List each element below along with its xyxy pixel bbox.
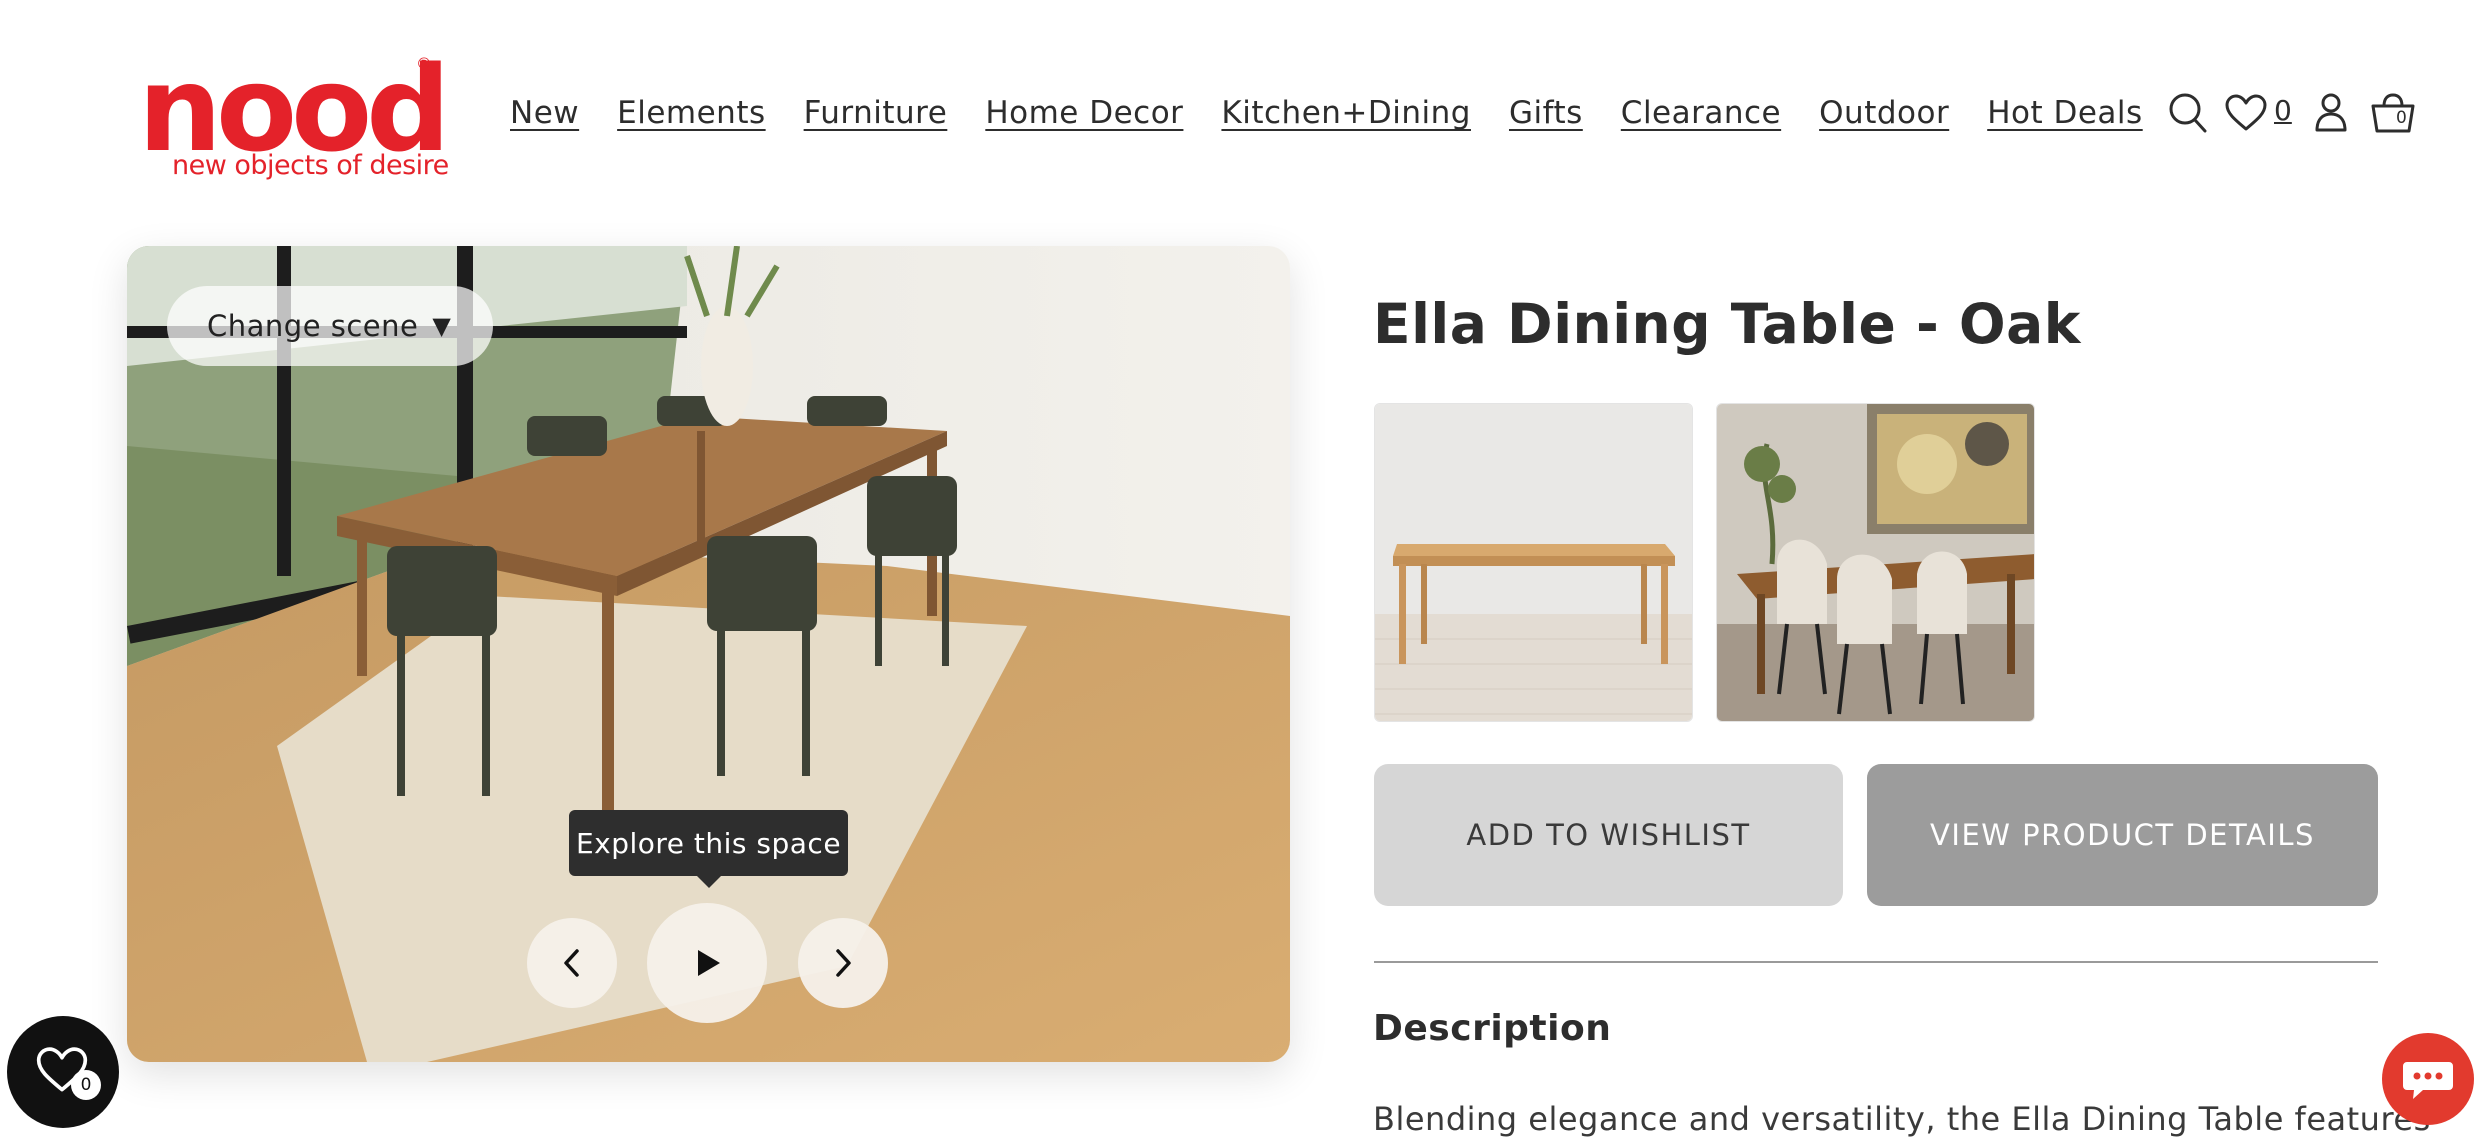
table-product-image (1375, 404, 1692, 721)
view-product-details-button[interactable]: VIEW PRODUCT DETAILS (1867, 764, 2378, 906)
nav-item-gifts[interactable]: Gifts (1509, 95, 1583, 131)
nav-item-furniture[interactable]: Furniture (804, 95, 948, 131)
add-to-wishlist-button[interactable]: ADD TO WISHLIST (1374, 764, 1843, 906)
chevron-right-icon (836, 949, 851, 977)
wishlist-badge: 0 (71, 1070, 101, 1100)
change-scene-label: Change scene (207, 309, 419, 343)
chat-icon (2403, 1062, 2453, 1099)
site-header: nood ® new objects of desire New Element… (0, 0, 2491, 230)
change-scene-button[interactable]: Change scene ▼ (167, 286, 493, 366)
product-thumbnail-lifestyle[interactable] (1716, 403, 2035, 722)
cart-count: 0 (2396, 108, 2407, 128)
nav-item-new[interactable]: New (510, 95, 579, 131)
chevron-left-icon (564, 949, 579, 977)
logo-tagline: new objects of desire (172, 150, 449, 181)
nav-item-home-decor[interactable]: Home Decor (985, 95, 1183, 131)
room-viewer[interactable]: Change scene ▼ Explore this space (127, 246, 1290, 1062)
user-icon[interactable] (2314, 92, 2348, 136)
dropdown-caret-icon: ▼ (432, 312, 452, 340)
next-scene-button[interactable] (798, 918, 888, 1008)
floating-wishlist-button[interactable]: 0 (7, 1016, 119, 1128)
nav-item-hot-deals[interactable]: Hot Deals (1987, 95, 2143, 131)
chat-button[interactable] (2382, 1033, 2474, 1125)
nav-item-clearance[interactable]: Clearance (1621, 95, 1781, 131)
nav-item-outdoor[interactable]: Outdoor (1819, 95, 1949, 131)
main-nav: New Elements Furniture Home Decor Kitche… (510, 95, 2181, 131)
product-title: Ella Dining Table - Oak (1373, 292, 2081, 356)
basket-icon[interactable] (2370, 92, 2416, 138)
table-lifestyle-image (1717, 404, 2034, 721)
logo-registered-mark: ® (416, 54, 432, 73)
explore-tooltip: Explore this space (569, 810, 848, 888)
nav-item-kitchen-dining[interactable]: Kitchen+Dining (1221, 95, 1471, 131)
description-heading: Description (1373, 1008, 1612, 1049)
search-icon[interactable] (2168, 90, 2208, 138)
brand-logo[interactable]: nood ® new objects of desire (138, 50, 451, 181)
play-tour-button[interactable] (647, 903, 767, 1023)
heart-icon[interactable] (2224, 94, 2268, 136)
play-icon (698, 950, 720, 976)
section-divider (1374, 961, 2378, 963)
previous-scene-button[interactable] (527, 918, 617, 1008)
product-thumbnail-studio[interactable] (1374, 403, 1693, 722)
wishlist-count[interactable]: 0 (2274, 94, 2292, 127)
description-text: Blending elegance and versatility, the E… (1373, 1100, 2431, 1137)
nav-item-elements[interactable]: Elements (617, 95, 766, 131)
header-actions: 0 0 (2168, 90, 2428, 140)
